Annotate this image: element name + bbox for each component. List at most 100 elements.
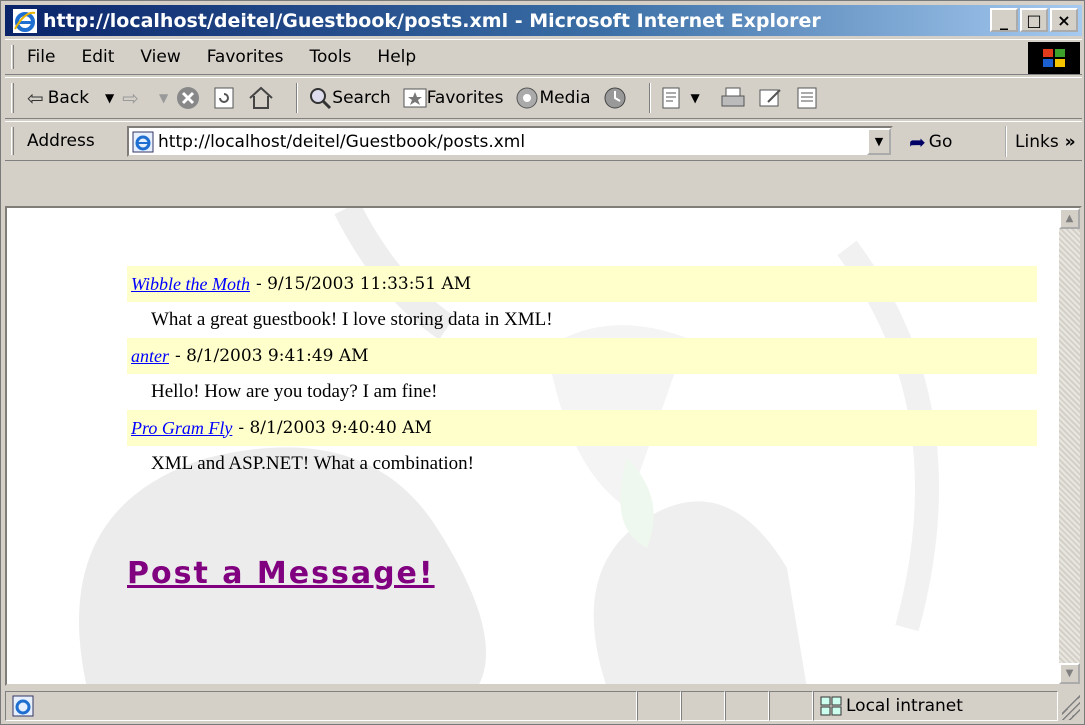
page-content[interactable]: Wibble the Moth - 9/15/2003 11:33:51 AM … xyxy=(5,206,1082,686)
history-button[interactable] xyxy=(603,86,627,110)
post-author-link[interactable]: anter xyxy=(131,346,169,367)
window-controls: _ □ × xyxy=(990,8,1078,32)
go-arrow-icon: ➦ xyxy=(909,130,926,154)
home-button[interactable] xyxy=(248,86,274,110)
maximize-button[interactable]: □ xyxy=(1020,8,1048,32)
menu-view[interactable]: View xyxy=(140,47,180,67)
mail-icon xyxy=(662,87,680,109)
menu-edit[interactable]: Edit xyxy=(81,47,114,67)
search-label: Search xyxy=(332,88,391,108)
back-arrow-icon: ⇦ xyxy=(27,86,44,110)
discuss-icon xyxy=(797,87,817,109)
ie-page-icon xyxy=(132,131,154,152)
window-title: http://localhost/deitel/Guestbook/posts.… xyxy=(43,9,821,32)
post-date-value: 8/1/2003 9:40:40 AM xyxy=(249,418,432,438)
toolbar-bottom-area xyxy=(5,163,1082,208)
forward-button[interactable]: ⇨ xyxy=(122,86,143,110)
post-header: Wibble the Moth - 9/15/2003 11:33:51 AM xyxy=(127,266,1037,302)
status-panel xyxy=(769,691,813,721)
toolbar-grip[interactable] xyxy=(11,127,14,155)
print-icon xyxy=(721,87,745,107)
media-icon xyxy=(516,87,538,109)
zone-panel: Local intranet xyxy=(813,691,1058,721)
stop-icon xyxy=(177,87,200,109)
resize-grip-icon[interactable] xyxy=(1062,692,1080,720)
minimize-button[interactable]: _ xyxy=(990,8,1018,32)
post-date-value: 9/15/2003 11:33:51 AM xyxy=(267,274,472,294)
page-status-icon xyxy=(12,695,34,717)
close-button[interactable]: × xyxy=(1050,8,1078,32)
post-message: XML and ASP.NET! What a combination! xyxy=(151,453,474,474)
address-label: Address xyxy=(27,131,95,151)
post-date-value: 8/1/2003 9:41:49 AM xyxy=(186,346,369,366)
mail-dropdown-icon[interactable]: ▼ xyxy=(691,91,700,105)
status-panel xyxy=(725,691,769,721)
toolbar-grip[interactable] xyxy=(11,45,14,69)
post-date: - 8/1/2003 9:41:49 AM xyxy=(175,346,369,366)
vertical-scrollbar[interactable]: ▲ ▼ xyxy=(1059,208,1080,684)
post-date: - 9/15/2003 11:33:51 AM xyxy=(255,274,472,294)
back-button[interactable]: ⇦ Back xyxy=(27,86,89,110)
go-button[interactable]: ➦ Go xyxy=(909,130,952,154)
post-message-link[interactable]: Post a Message! xyxy=(127,556,435,591)
post-date: - 8/1/2003 9:40:40 AM xyxy=(238,418,432,438)
post-author-link[interactable]: Wibble the Moth xyxy=(131,274,250,295)
address-dropdown-icon[interactable]: ▼ xyxy=(867,128,891,155)
refresh-icon xyxy=(214,87,234,109)
stop-button[interactable] xyxy=(176,86,200,110)
local-intranet-icon xyxy=(820,696,842,716)
menu-favorites[interactable]: Favorites xyxy=(207,47,284,67)
post-author-link[interactable]: Pro Gram Fly xyxy=(131,418,232,439)
post-header: Pro Gram Fly - 8/1/2003 9:40:40 AM xyxy=(127,410,1037,446)
toolbar-separator xyxy=(296,83,299,113)
search-icon xyxy=(310,88,332,110)
status-bar: Local intranet xyxy=(5,689,1082,723)
status-panel xyxy=(681,691,725,721)
toolbar-separator xyxy=(648,83,651,113)
back-dropdown-icon[interactable]: ▼ xyxy=(105,91,114,105)
internet-explorer-icon xyxy=(13,8,37,33)
windows-logo-icon xyxy=(1028,42,1080,74)
scroll-down-icon[interactable]: ▼ xyxy=(1059,663,1080,684)
guestbook-posts: Wibble the Moth - 9/15/2003 11:33:51 AM … xyxy=(127,266,1037,482)
address-bar: Address http://localhost/deitel/Guestboo… xyxy=(5,121,1082,161)
toolbar-grip[interactable] xyxy=(11,83,14,113)
standard-toolbar: ⇦ Back ▼ ⇨ ▼ Search Favorites Media ▼ xyxy=(5,77,1082,119)
address-input[interactable]: http://localhost/deitel/Guestbook/posts.… xyxy=(127,126,893,157)
discuss-button[interactable] xyxy=(796,86,818,110)
print-button[interactable] xyxy=(720,86,746,110)
favorites-button[interactable]: Favorites xyxy=(403,87,504,109)
menu-file[interactable]: File xyxy=(27,47,55,67)
forward-dropdown-icon[interactable]: ▼ xyxy=(159,91,168,105)
links-label: Links xyxy=(1015,131,1059,152)
post-header: anter - 8/1/2003 9:41:49 AM xyxy=(127,338,1037,374)
links-more-icon: » xyxy=(1064,131,1076,152)
history-icon xyxy=(604,87,626,109)
post-message: Hello! How are you today? I am fine! xyxy=(151,381,438,402)
scroll-up-icon[interactable]: ▲ xyxy=(1059,208,1080,229)
edit-button[interactable] xyxy=(758,86,784,110)
forward-arrow-icon: ⇨ xyxy=(122,86,140,110)
links-button[interactable]: Links » xyxy=(1005,126,1076,157)
mail-button[interactable]: ▼ xyxy=(661,86,708,110)
edit-icon xyxy=(759,89,781,107)
post-message: What a great guestbook! I love storing d… xyxy=(151,309,553,330)
favorites-star-icon xyxy=(403,88,427,108)
refresh-button[interactable] xyxy=(212,86,236,110)
address-url: http://localhost/deitel/Guestbook/posts.… xyxy=(158,131,526,152)
browser-window: http://localhost/deitel/Guestbook/posts.… xyxy=(0,0,1085,725)
menu-bar: File Edit View Favorites Tools Help xyxy=(5,39,1082,75)
menu-help[interactable]: Help xyxy=(377,47,416,67)
search-button[interactable]: Search xyxy=(308,86,391,110)
media-label: Media xyxy=(539,88,591,108)
menu-tools[interactable]: Tools xyxy=(310,47,352,67)
favorites-label: Favorites xyxy=(426,88,504,108)
go-label: Go xyxy=(928,132,953,152)
title-bar[interactable]: http://localhost/deitel/Guestbook/posts.… xyxy=(5,5,1082,36)
media-button[interactable]: Media xyxy=(515,86,591,110)
zone-label: Local intranet xyxy=(846,696,963,716)
back-label: Back xyxy=(47,88,90,108)
status-panel xyxy=(637,691,681,721)
home-icon xyxy=(249,86,273,109)
status-main-panel xyxy=(5,691,637,721)
